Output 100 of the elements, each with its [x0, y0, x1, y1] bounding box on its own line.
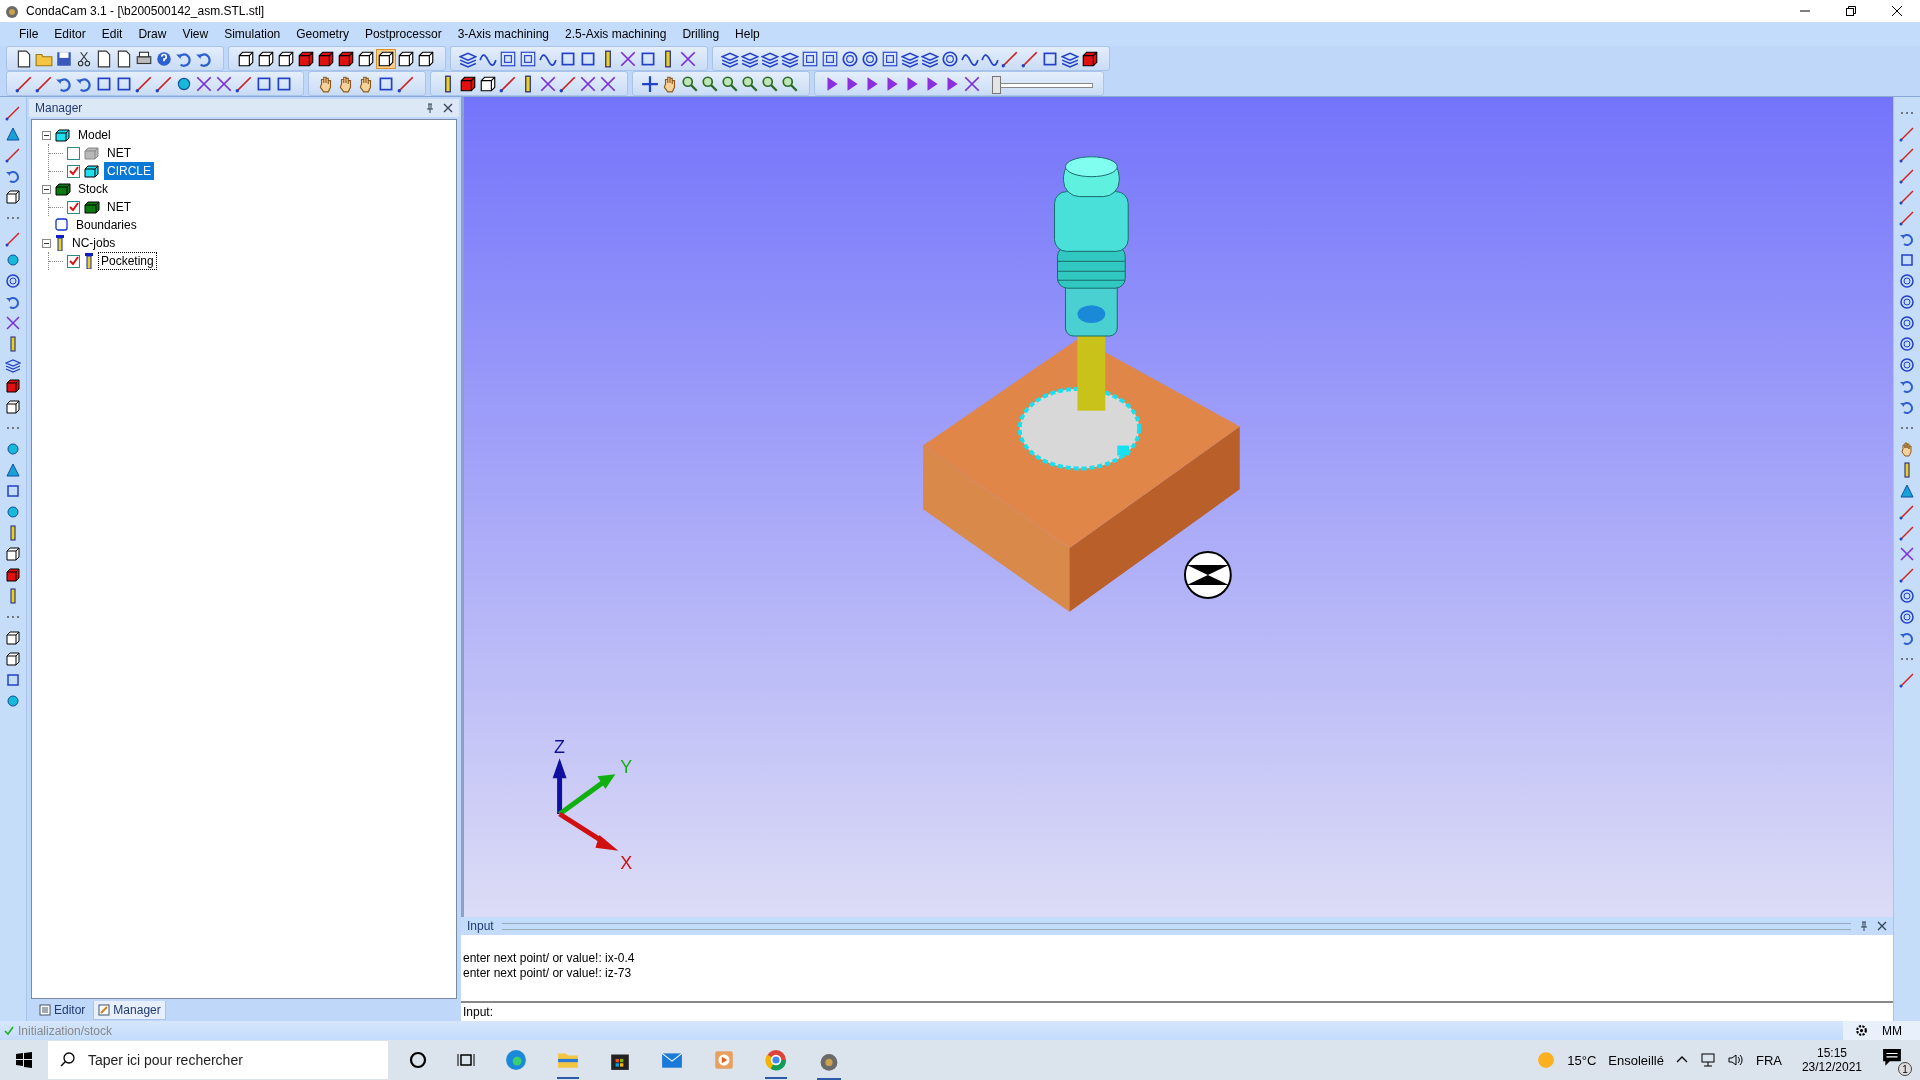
close-icon[interactable] [443, 103, 453, 113]
cube-icon[interactable] [317, 49, 335, 68]
tree-item[interactable]: NC-jobs [69, 234, 119, 252]
line-icon[interactable] [235, 74, 253, 93]
menu-item[interactable]: Postprocessor [357, 27, 449, 41]
document-icon[interactable] [95, 49, 113, 68]
line-icon[interactable] [559, 74, 577, 93]
panel-grip[interactable] [501, 922, 1851, 930]
media-player-icon[interactable] [713, 1049, 735, 1071]
cross-icon[interactable] [599, 74, 617, 93]
tree-item[interactable]: NET [104, 198, 134, 216]
tree-item[interactable]: Stock [75, 180, 111, 198]
cube-icon[interactable] [297, 49, 315, 68]
panel-tab[interactable]: Editor [35, 1001, 90, 1019]
cube-icon[interactable] [459, 74, 477, 93]
cube-icon[interactable] [377, 49, 395, 68]
document-icon[interactable] [115, 49, 133, 68]
cross-icon[interactable] [195, 74, 213, 93]
checkbox[interactable] [67, 254, 80, 268]
tree-item[interactable]: Boundaries [73, 216, 140, 234]
undo-icon[interactable] [1899, 399, 1915, 415]
cross-icon[interactable] [1899, 546, 1915, 562]
network-icon[interactable] [1699, 1052, 1716, 1068]
gear-icon[interactable] [1855, 1024, 1868, 1037]
line-icon[interactable] [397, 74, 415, 93]
line-icon[interactable] [1899, 147, 1915, 163]
line-icon[interactable] [5, 231, 21, 247]
square-icon[interactable] [5, 672, 21, 688]
line-icon[interactable] [1001, 49, 1019, 68]
menu-item[interactable]: Simulation [217, 27, 288, 41]
square-spiral-icon[interactable] [499, 49, 517, 68]
menu-item[interactable]: Editor [47, 27, 93, 41]
checkbox[interactable] [67, 146, 80, 160]
line-icon[interactable] [1899, 567, 1915, 583]
temperature[interactable]: 15°C [1567, 1052, 1597, 1068]
browser-icon[interactable] [505, 1049, 527, 1071]
line-icon[interactable] [1899, 189, 1915, 205]
clock[interactable]: 15:15 23/12/2021 [1801, 1046, 1862, 1074]
menu-item[interactable]: Geometry [289, 27, 356, 41]
cube-icon[interactable] [5, 630, 21, 646]
line-icon[interactable] [1899, 168, 1915, 184]
square-icon[interactable] [1899, 252, 1915, 268]
browser-icon[interactable] [765, 1049, 787, 1079]
tree-item[interactable]: Model [75, 126, 114, 144]
panel-tab[interactable]: Manager [93, 1000, 166, 1020]
line-icon[interactable] [5, 105, 21, 121]
line-icon[interactable] [1899, 672, 1915, 688]
menu-item[interactable]: Draw [131, 27, 174, 41]
menu-item[interactable]: View [175, 27, 216, 41]
zoom-icon[interactable] [701, 74, 719, 93]
circle-icon[interactable] [841, 49, 859, 68]
zoom-icon[interactable] [761, 74, 779, 93]
pin-icon[interactable] [1859, 921, 1869, 931]
collapse-toggle[interactable] [42, 184, 51, 194]
triangle-icon[interactable] [5, 462, 21, 478]
tree-item[interactable]: CIRCLE [104, 162, 154, 180]
cross-icon[interactable] [619, 49, 637, 68]
square-spiral-icon[interactable] [801, 49, 819, 68]
cross-icon[interactable] [579, 74, 597, 93]
tree-item[interactable]: NET [104, 144, 134, 162]
cross-icon[interactable] [215, 74, 233, 93]
task-view-icon[interactable] [457, 1051, 475, 1069]
cross-icon[interactable] [5, 315, 21, 331]
circle-icon[interactable] [861, 49, 879, 68]
cube-icon[interactable] [237, 49, 255, 68]
square-spiral-icon[interactable] [821, 49, 839, 68]
menu-item[interactable]: 3-Axis machining [450, 27, 556, 41]
circle-icon[interactable] [941, 49, 959, 68]
windows-logo-icon[interactable] [16, 1052, 32, 1068]
collapse-toggle[interactable] [42, 238, 51, 248]
cross-icon[interactable] [679, 49, 697, 68]
zoom-icon[interactable] [681, 74, 699, 93]
undo-icon[interactable] [5, 294, 21, 310]
cube-icon[interactable] [5, 567, 21, 583]
layers-icon[interactable] [5, 357, 21, 373]
square-spiral-icon[interactable] [519, 49, 537, 68]
line-icon[interactable] [1899, 504, 1915, 520]
line-icon[interactable] [1899, 126, 1915, 142]
cube-icon[interactable] [277, 49, 295, 68]
zoom-icon[interactable] [741, 74, 759, 93]
cube-icon[interactable] [357, 49, 375, 68]
help-icon[interactable] [155, 49, 173, 68]
zoom-icon[interactable] [781, 74, 799, 93]
cross-icon[interactable] [963, 74, 981, 93]
square-icon[interactable] [5, 483, 21, 499]
command-input-field[interactable]: Input: [461, 1001, 1893, 1021]
line-icon[interactable] [1899, 210, 1915, 226]
tree-item[interactable]: Pocketing [98, 252, 157, 270]
undo-icon[interactable] [1899, 378, 1915, 394]
cube-icon[interactable] [5, 378, 21, 394]
pin-icon[interactable] [425, 103, 435, 113]
weather-text[interactable]: Ensoleillé [1608, 1052, 1664, 1068]
notification-icon[interactable] [1882, 1048, 1902, 1068]
line-icon[interactable] [5, 147, 21, 163]
menu-item[interactable]: Drilling [675, 27, 727, 41]
simulation-slider[interactable] [993, 74, 1093, 93]
menu-item[interactable]: File [12, 27, 46, 41]
undo-icon[interactable] [5, 168, 21, 184]
line-icon[interactable] [1899, 525, 1915, 541]
undo-icon[interactable] [1899, 231, 1915, 247]
